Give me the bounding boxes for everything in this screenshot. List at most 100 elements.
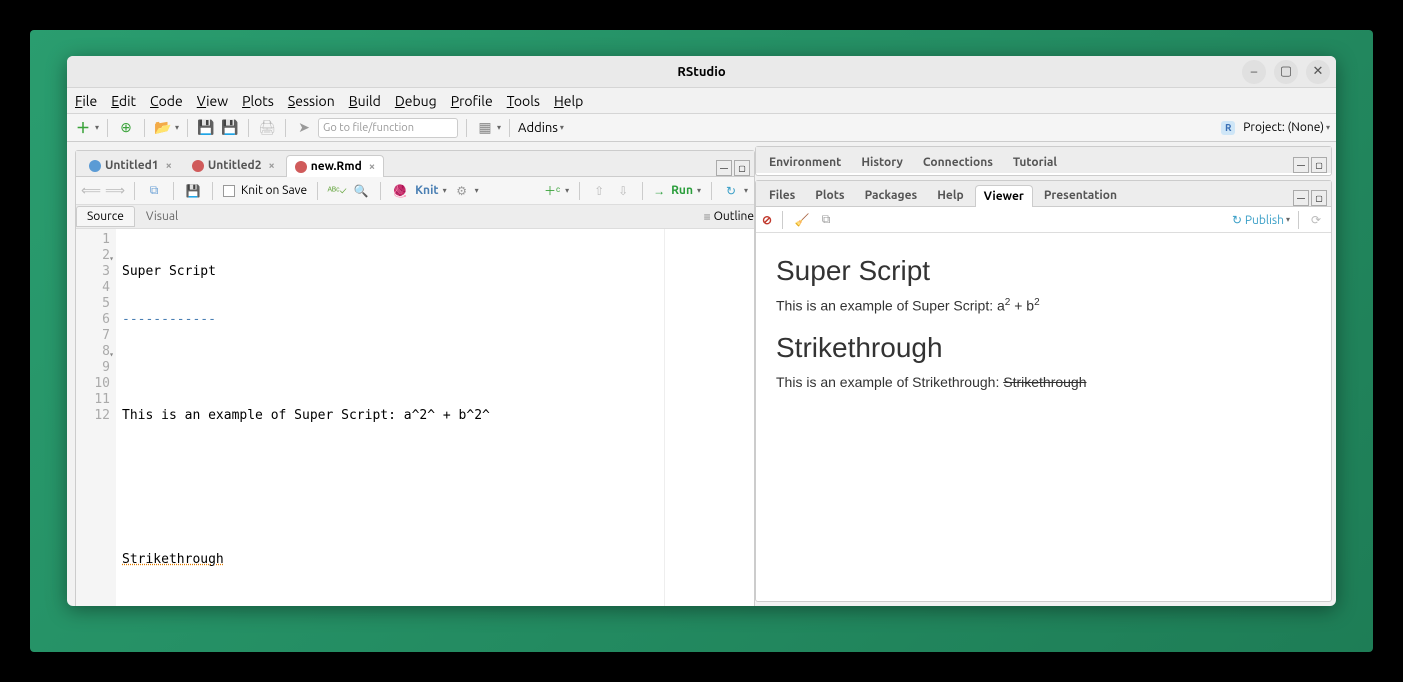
tab-untitled2[interactable]: Untitled2 × [183,154,284,176]
tab-tutorial[interactable]: Tutorial [1004,151,1066,173]
run-button[interactable]: Run [671,184,693,197]
minimize-pane-icon[interactable]: — [1293,157,1309,173]
maximize-pane-icon[interactable]: ▢ [1311,157,1327,173]
publish-dropdown[interactable]: ▾ [1286,215,1290,224]
close-icon[interactable]: × [369,161,375,173]
outline-toggle[interactable]: ≡Outline [704,210,754,224]
save-doc-icon[interactable]: 💾 [184,182,202,200]
window-title: RStudio [677,65,725,79]
visual-mode-tab[interactable]: Visual [135,206,189,227]
menu-profile[interactable]: Profile [451,93,493,109]
tab-environment[interactable]: Environment [760,151,850,173]
new-file-icon[interactable]: ＋ [73,118,93,138]
rscript-icon [89,160,101,172]
forward-icon[interactable]: ⟹ [106,182,124,200]
knit-button[interactable]: Knit [415,184,439,197]
insert-chunk-icon[interactable]: ＋ᶜ [543,182,561,200]
tab-packages[interactable]: Packages [856,184,927,206]
menu-session[interactable]: Session [288,93,335,109]
knit-dropdown[interactable]: ▾ [443,186,447,195]
source-tabs: Untitled1 × Untitled2 × new.Rmd × — [76,151,754,177]
publish-dropdown[interactable]: ▾ [744,186,748,195]
remove-viewer-icon[interactable]: ⊘ [762,213,772,227]
open-file-dropdown[interactable]: ▾ [175,123,179,132]
goto-file-input[interactable]: Go to file/function [318,118,458,138]
viewer-paragraph-strikethrough: This is an example of Strikethrough: Str… [776,374,1311,390]
menu-help[interactable]: Help [554,93,583,109]
knit-icon[interactable]: 🧶 [391,182,409,200]
menu-edit[interactable]: Edit [111,93,136,109]
back-icon[interactable]: ⟸ [82,182,100,200]
tab-history[interactable]: History [852,151,912,173]
close-icon[interactable]: × [166,160,172,172]
titlebar: RStudio – ▢ ✕ [67,56,1336,88]
source-mode-tab[interactable]: Source [76,206,135,227]
save-icon[interactable]: 💾 [196,118,216,138]
menu-debug[interactable]: Debug [395,93,437,109]
project-dropdown[interactable]: ▾ [1326,123,1330,132]
menubar: File Edit Code View Plots Session Build … [67,88,1336,114]
code-content[interactable]: Super Script ------------ This is an exa… [116,229,664,606]
tab-files[interactable]: Files [760,184,804,206]
viewer-paragraph-superscript: This is an example of Super Script: a2 +… [776,297,1311,314]
close-icon[interactable]: × [268,160,274,172]
new-file-dropdown[interactable]: ▾ [95,123,99,132]
tab-new-rmd[interactable]: new.Rmd × [286,155,384,177]
open-file-icon[interactable]: 📂 [153,118,173,138]
run-dropdown[interactable]: ▾ [697,186,701,195]
menu-plots[interactable]: Plots [242,93,274,109]
knit-on-save-checkbox[interactable] [223,185,235,197]
rmd-icon [192,160,204,172]
environment-tabs: Environment History Connections Tutorial… [756,147,1331,173]
grid-dropdown[interactable]: ▾ [497,123,501,132]
new-project-icon[interactable]: ⊕ [116,118,136,138]
r-project-icon: R [1221,121,1235,135]
tab-presentation[interactable]: Presentation [1035,184,1126,206]
menu-build[interactable]: Build [349,93,381,109]
tab-viewer[interactable]: Viewer [975,185,1033,207]
viewer-heading-strikethrough: Strikethrough [776,332,1311,364]
minimize-pane-icon[interactable]: — [1293,190,1309,206]
settings-dropdown[interactable]: ▾ [475,186,479,195]
minimize-button[interactable]: – [1242,60,1266,84]
clear-viewer-icon[interactable]: 🧹 [793,211,811,229]
addins-menu[interactable]: Addins [518,121,558,135]
rmd-icon [295,161,307,173]
grid-icon[interactable]: ▦ [475,118,495,138]
popout-viewer-icon[interactable]: ⧉ [817,211,835,229]
goto-icon[interactable]: ➤ [294,118,314,138]
minimize-pane-icon[interactable]: — [716,160,732,176]
print-icon[interactable]: 🖨 [257,118,277,138]
refresh-viewer-icon[interactable]: ⟳ [1307,211,1325,229]
viewer-toolbar: ⊘ 🧹 ⧉ ↻ Publish ▾ ⟳ [756,207,1331,233]
tab-help[interactable]: Help [928,184,972,206]
addins-dropdown[interactable]: ▾ [560,123,564,132]
knit-on-save-label: Knit on Save [241,184,307,197]
show-in-new-window-icon[interactable]: ⧉ [145,182,163,200]
save-all-icon[interactable]: 💾 [220,118,240,138]
maximize-pane-icon[interactable]: ▢ [734,160,750,176]
publish-icon[interactable]: ↻ [722,182,740,200]
tab-connections[interactable]: Connections [914,151,1002,173]
maximize-pane-icon[interactable]: ▢ [1311,190,1327,206]
project-menu[interactable]: Project: (None) [1243,121,1324,134]
insert-chunk-dropdown[interactable]: ▾ [565,186,569,195]
editor-toolbar: ⟸ ⟹ ⧉ 💾 Knit on Save ᴬᴮᶜ✓ 🔍 🧶 Knit ▾ [76,177,754,205]
prev-chunk-icon[interactable]: ⇧ [590,182,608,200]
settings-icon[interactable]: ⚙ [453,182,471,200]
menu-file[interactable]: File [75,93,97,109]
find-icon[interactable]: 🔍 [352,182,370,200]
next-chunk-icon[interactable]: ⇩ [614,182,632,200]
tab-untitled1[interactable]: Untitled1 × [80,154,181,176]
menu-tools[interactable]: Tools [507,93,540,109]
close-button[interactable]: ✕ [1306,60,1330,84]
menu-view[interactable]: View [197,93,228,109]
menu-code[interactable]: Code [150,93,183,109]
output-tabs: Files Plots Packages Help Viewer Present… [756,181,1331,207]
rstudio-window: RStudio – ▢ ✕ File Edit Code View Plots … [67,56,1336,606]
code-editor[interactable]: 1 2▾ 3 4 5 6 7 8▾ 9 10 11 12 Super [76,229,754,606]
tab-plots[interactable]: Plots [806,184,853,206]
publish-button[interactable]: ↻ Publish [1232,213,1284,227]
spellcheck-icon[interactable]: ᴬᴮᶜ✓ [328,182,346,200]
maximize-button[interactable]: ▢ [1274,60,1298,84]
